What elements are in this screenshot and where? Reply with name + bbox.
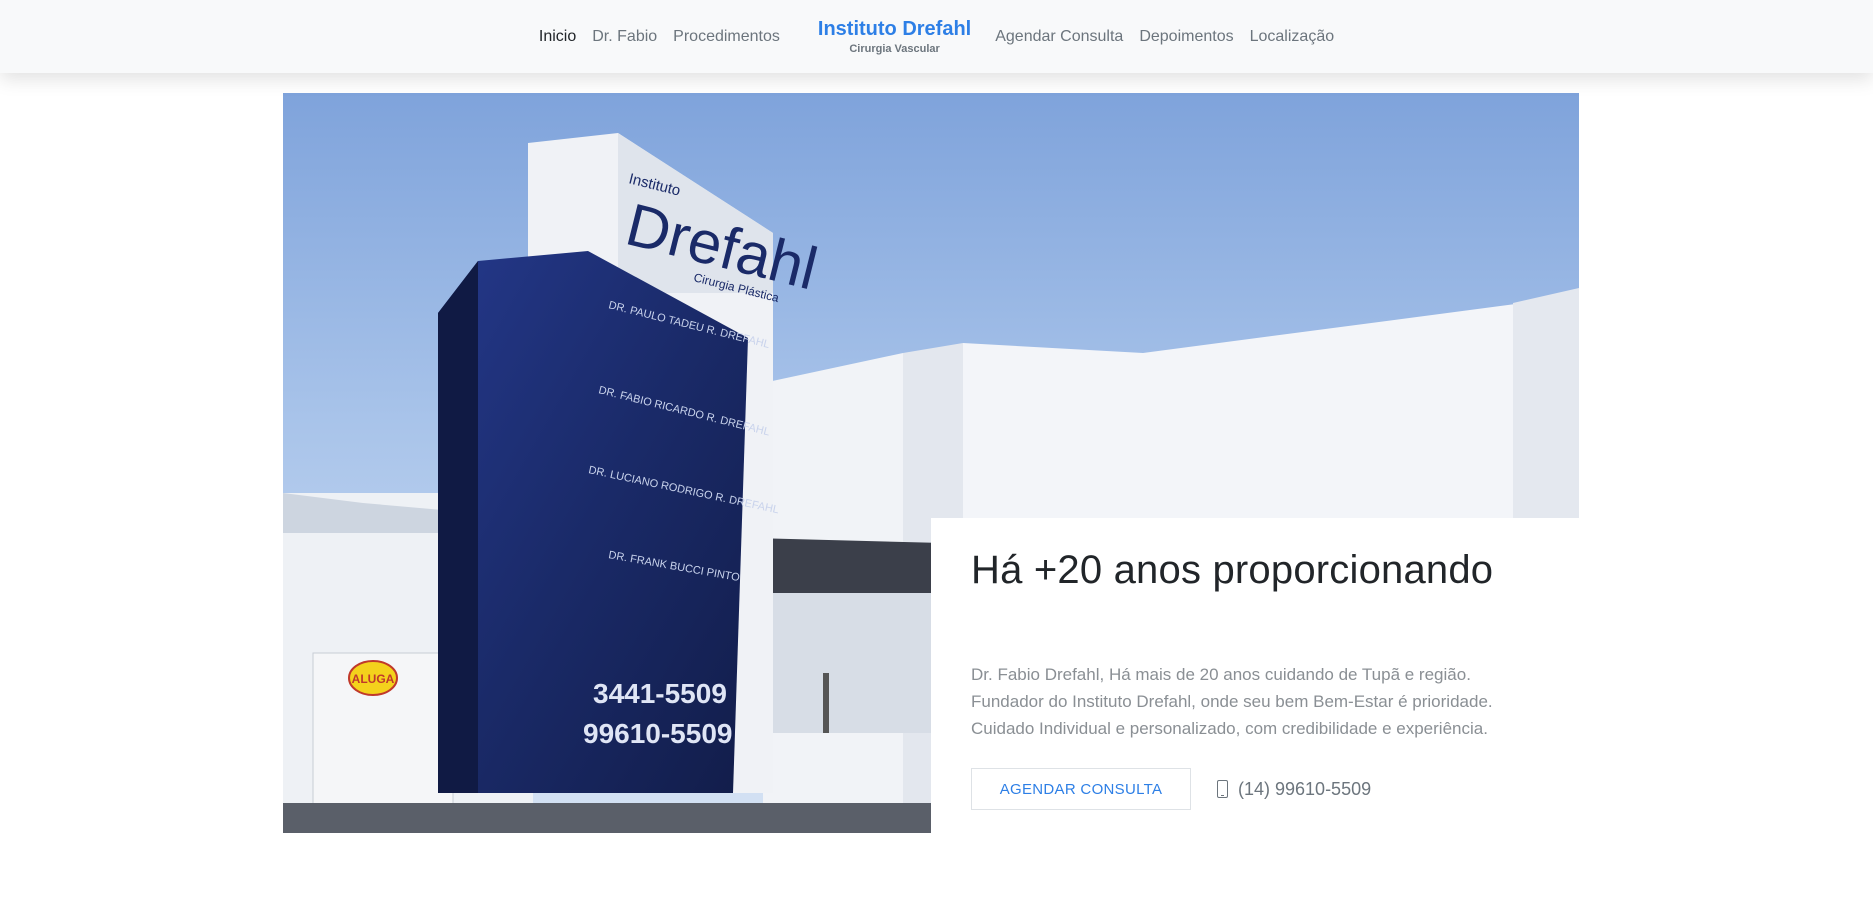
hero-card: Há +20 anos proporcionando Dr. Fabio Dre… [931,518,1579,833]
nav-link-procedimentos[interactable]: Procedimentos [673,28,780,46]
hero-description: Dr. Fabio Drefahl, Há mais de 20 anos cu… [971,661,1539,742]
top-navbar: Inicio Dr. Fabio Procedimentos Instituto… [0,0,1873,73]
nav-link-depoimentos[interactable]: Depoimentos [1139,28,1233,46]
nav-link-localizacao[interactable]: Localização [1250,28,1335,46]
panel-phone-1: 3441-5509 [593,678,727,709]
entrance-canopy [753,538,943,593]
agendar-consulta-button[interactable]: AGENDAR CONSULTA [971,768,1191,810]
hero-description-line-2: Fundador do Instituto Drefahl, onde seu … [971,692,1493,711]
hero-title: Há +20 anos proporcionando [971,548,1494,592]
phone-link[interactable]: (14) 99610-5509 [1217,779,1371,800]
brand-title: Instituto Drefahl [817,17,972,40]
nav-right-group: Agendar Consulta Depoimentos Localização [995,28,1334,46]
hero-description-line-3: Cuidado Individual e personalizado, com … [971,719,1488,738]
hero-actions: AGENDAR CONSULTA (14) 99610-5509 [971,768,1539,810]
entrance-glass [753,593,943,733]
aluga-sticker-text: ALUGA [352,672,395,686]
mobile-phone-icon [1217,780,1228,798]
brand-subtitle: Cirurgia Vascular [849,42,940,55]
phone-number: (14) 99610-5509 [1238,778,1372,799]
nav-link-dr-fabio[interactable]: Dr. Fabio [592,28,657,46]
nav-left-group: Inicio Dr. Fabio Procedimentos [539,28,780,46]
nav-link-inicio[interactable]: Inicio [539,28,576,46]
panel-phone-2: 99610-5509 [583,718,732,749]
hero-description-line-1: Dr. Fabio Drefahl, Há mais de 20 anos cu… [971,665,1471,684]
nav-link-agendar-consulta[interactable]: Agendar Consulta [995,28,1123,46]
brand-logo[interactable]: Instituto Drefahl Cirurgia Vascular [818,19,971,55]
